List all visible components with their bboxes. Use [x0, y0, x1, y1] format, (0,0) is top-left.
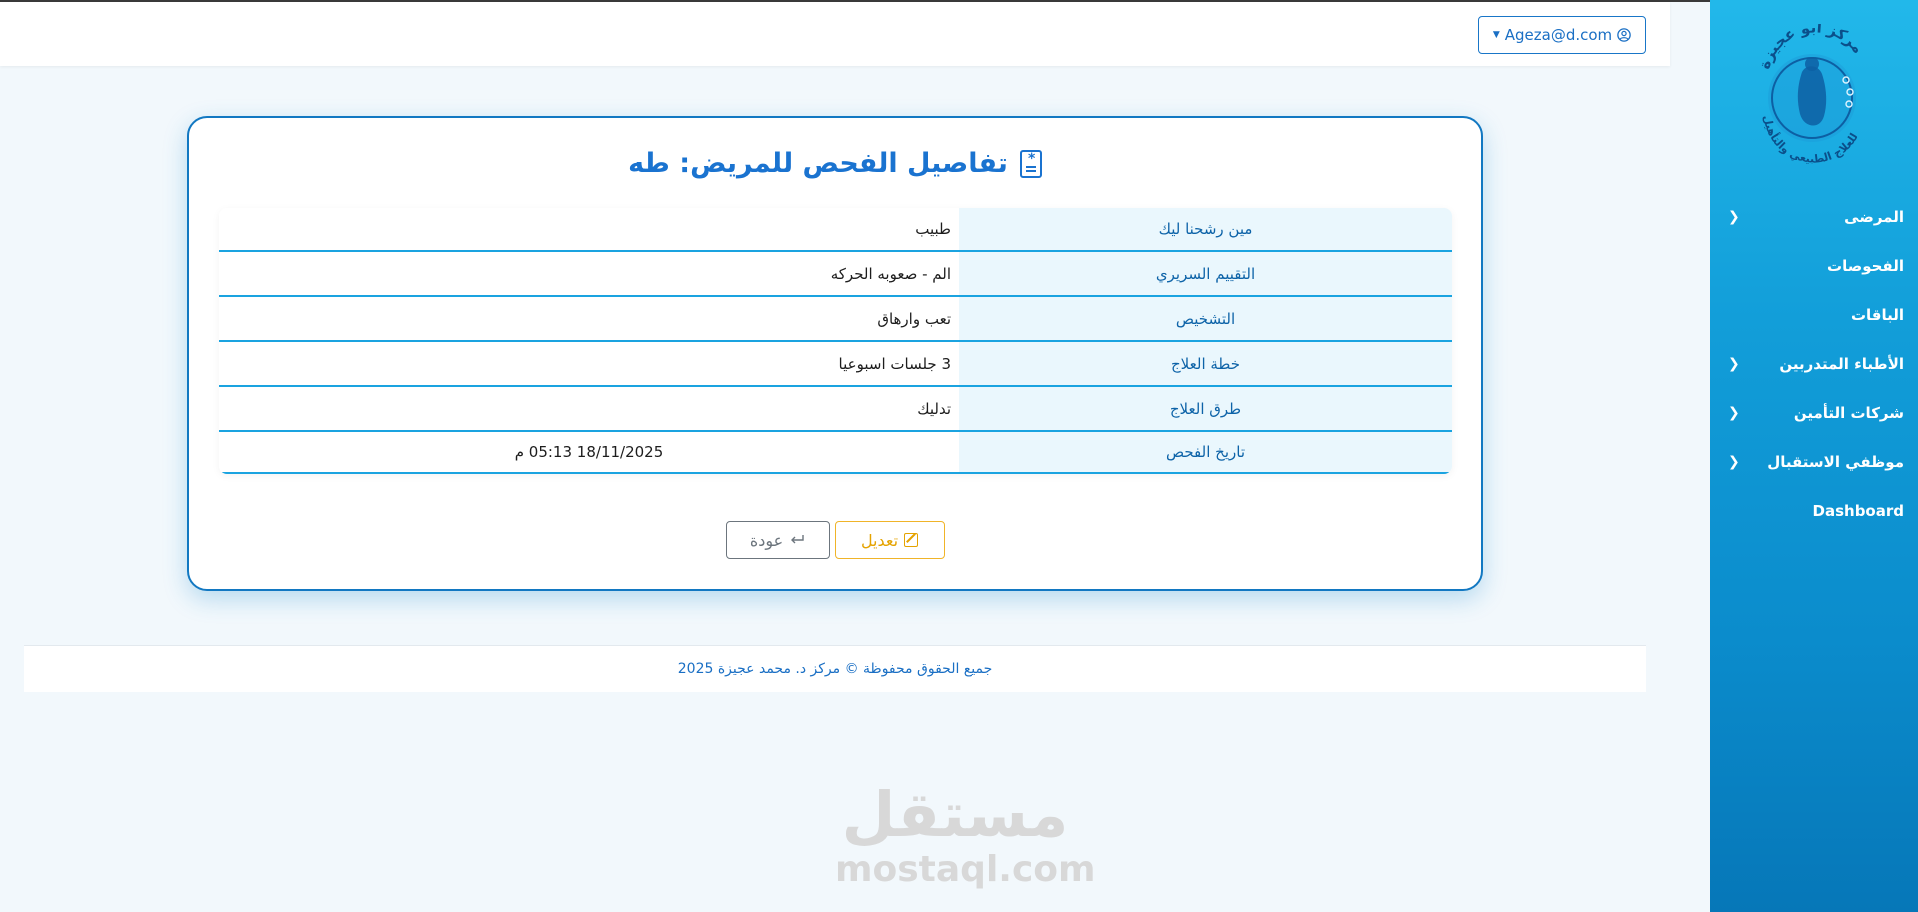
sidebar: مركز أبو عجيزة للعلاج الطبيعي والتأهيل ا… [1710, 0, 1918, 912]
sidebar-nav: المرضى ❮ الفحوصات الباقات الأطباء المتدر… [1710, 192, 1918, 535]
table-row: التشخيص تعب وارهاق [219, 296, 1452, 342]
row-value: الم - صعوبه الحركه [219, 251, 959, 297]
sidebar-item-examinations[interactable]: الفحوصات [1710, 241, 1918, 290]
page-title: تفاصيل الفحص للمريض: طه [189, 148, 1481, 179]
chevron-left-icon: ❮ [1728, 404, 1740, 421]
row-value: تدليك [219, 386, 959, 432]
row-label: طرق العلاج [959, 386, 1452, 432]
sidebar-item-receptionists[interactable]: موظفي الاستقبال ❮ [1710, 437, 1918, 486]
row-label: مين رشحنا ليك [959, 208, 1452, 252]
table-row: خطة العلاج 3 جلسات اسبوعيا [219, 341, 1452, 387]
sidebar-item-label: الباقات [1850, 305, 1904, 324]
sidebar-item-label: الفحوصات [1827, 256, 1904, 275]
row-value: 3 جلسات اسبوعيا [219, 341, 959, 387]
edit-icon [904, 533, 919, 547]
return-arrow-icon [791, 535, 804, 544]
row-label: خطة العلاج [959, 341, 1452, 387]
row-label: تاريخ الفحص [959, 431, 1452, 474]
sidebar-item-packages[interactable]: الباقات [1710, 290, 1918, 339]
sidebar-item-label: الأطباء المتدربين [1779, 354, 1904, 373]
back-button[interactable]: عودة [725, 521, 830, 559]
table-row: طرق العلاج تدليك [219, 386, 1452, 432]
footer-copyright: جميع الحقوق محفوظة © مركز د. محمد عجيزة … [677, 661, 993, 677]
table-row: مين رشحنا ليك طبيب [219, 208, 1452, 252]
sidebar-item-dashboard[interactable]: Dashboard [1710, 486, 1918, 535]
sidebar-item-trainee-doctors[interactable]: الأطباء المتدربين ❮ [1710, 339, 1918, 388]
watermark-arabic: مستقل [841, 778, 1069, 851]
row-label: التقييم السريري [959, 251, 1452, 297]
details-table: مين رشحنا ليك طبيب التقييم السريري الم -… [219, 208, 1452, 474]
row-label: التشخيص [959, 296, 1452, 342]
footer: جميع الحقوق محفوظة © مركز د. محمد عجيزة … [24, 645, 1646, 692]
sidebar-item-label: شركات التأمين [1793, 403, 1904, 422]
sidebar-item-label: المرضى [1844, 207, 1904, 226]
row-value-date: 18/11/2025 05:13 م [219, 431, 959, 474]
caret-down-icon: ▼ [1492, 30, 1500, 40]
chevron-left-icon: ❮ [1728, 355, 1740, 372]
row-value: تعب وارهاق [219, 296, 959, 342]
table-row: التقييم السريري الم - صعوبه الحركه [219, 251, 1452, 297]
sidebar-item-insurance-companies[interactable]: شركات التأمين ❮ [1710, 388, 1918, 437]
file-medical-icon [1019, 149, 1042, 178]
center-logo: مركز أبو عجيزة للعلاج الطبيعي والتأهيل [1746, 17, 1878, 165]
row-value: طبيب [219, 208, 959, 252]
sidebar-item-patients[interactable]: المرضى ❮ [1710, 192, 1918, 241]
edit-button[interactable]: تعديل [834, 521, 945, 559]
page-title-text: تفاصيل الفحص للمريض: طه [628, 148, 1008, 179]
edit-button-label: تعديل [860, 530, 899, 550]
back-button-label: عودة [749, 530, 784, 550]
examination-details-card: تفاصيل الفحص للمريض: طه مين رشحنا ليك طب… [187, 116, 1483, 591]
user-menu-button[interactable]: ▼ Ageza@d.com [1478, 16, 1646, 54]
action-buttons: تعديل عودة [189, 521, 1481, 559]
top-header: ▼ Ageza@d.com [0, 2, 1670, 66]
sidebar-item-label: موظفي الاستقبال [1767, 452, 1904, 471]
user-email: Ageza@d.com [1504, 26, 1613, 44]
chevron-left-icon: ❮ [1728, 453, 1740, 470]
mostaql-watermark: مستقل mostaql.com [835, 778, 1096, 895]
watermark-english: mostaql.com [835, 849, 1096, 890]
user-circle-icon [1617, 28, 1631, 42]
table-row: تاريخ الفحص 18/11/2025 05:13 م [219, 431, 1452, 474]
chevron-left-icon: ❮ [1728, 208, 1740, 225]
sidebar-item-label: Dashboard [1812, 501, 1904, 520]
